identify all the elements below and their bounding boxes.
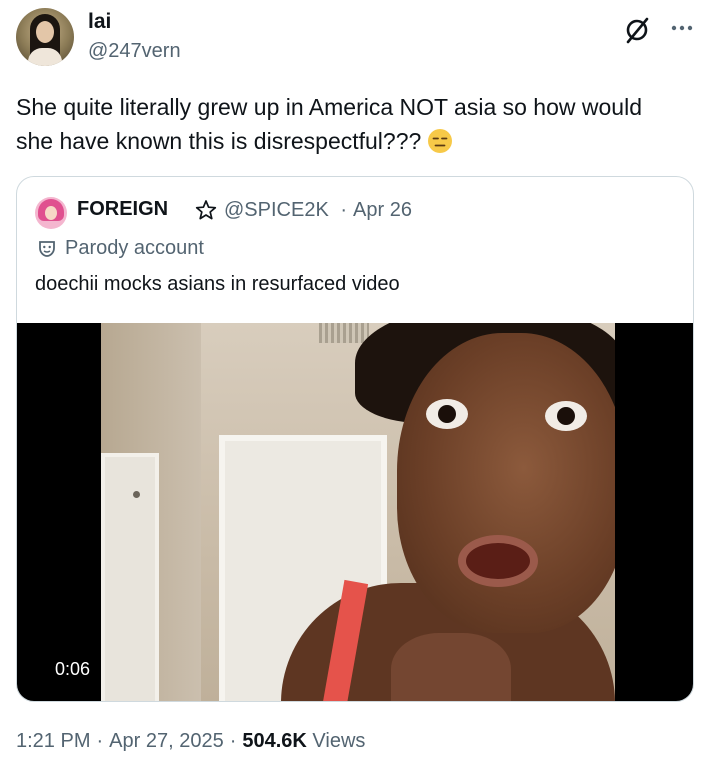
more-horizontal-icon[interactable] [668,14,696,42]
video-door-left [101,453,159,701]
expressionless-face-emoji-icon [428,129,453,153]
quoted-tweet[interactable]: FOREIGN @SPICE2K · Apr 26 Parody account … [16,176,694,702]
video-person-hand [391,633,511,701]
author-display-name[interactable]: lai [88,10,111,34]
quoted-avatar-face [45,206,57,220]
avatar-face [36,21,54,43]
tweet-text-line-2-text: she have known this is disrespectful??? [16,128,422,154]
theater-mask-icon [39,241,55,257]
video-person-pupil-right [557,407,575,425]
star-outline-icon [195,200,217,220]
tweet-footer: 1:21 PM · Apr 27, 2025 · 504.6K Views [16,730,365,753]
author-avatar[interactable] [16,8,74,66]
quoted-date[interactable]: Apr 26 [353,199,412,221]
views-count[interactable]: 504.6K [242,730,307,752]
author-handle[interactable]: @247vern [88,40,181,63]
tweet-time[interactable]: 1:21 PM [16,730,90,752]
quoted-video[interactable]: 0:06 [17,323,693,701]
grok-icon[interactable] [622,15,652,45]
video-person-pupil-left [438,405,456,423]
video-frame [101,323,615,701]
video-duration-badge: 0:06 [47,655,99,684]
video-person-eye-right [545,401,587,431]
tweet-card: lai @247vern She quite literally grew up… [0,0,716,778]
parody-account-label: Parody account [65,237,204,259]
video-person-mouth [458,535,538,587]
quoted-tweet-text: doechii mocks asians in resurfaced video [35,273,400,295]
tweet-text-line-2: she have known this is disrespectful??? [16,124,706,158]
views-label: Views [312,730,366,752]
footer-separator-1: · [96,730,104,752]
quoted-handle[interactable]: @SPICE2K [224,199,329,221]
quoted-author-avatar[interactable] [35,197,67,229]
video-vent [319,323,369,343]
tweet-text-line-1: She quite literally grew up in America N… [16,94,642,120]
quoted-meta-separator: · [340,199,348,221]
video-person-face [397,333,615,633]
tweet-date[interactable]: Apr 27, 2025 [109,730,224,752]
video-person-eye-left [426,399,468,429]
tweet-text: She quite literally grew up in America N… [16,90,706,158]
quoted-display-name[interactable]: FOREIGN [77,198,168,221]
quoted-meta: @SPICE2K · Apr 26 [224,199,412,222]
video-door-knob [133,491,140,498]
avatar-body [28,48,62,66]
footer-separator-2: · [229,730,237,752]
